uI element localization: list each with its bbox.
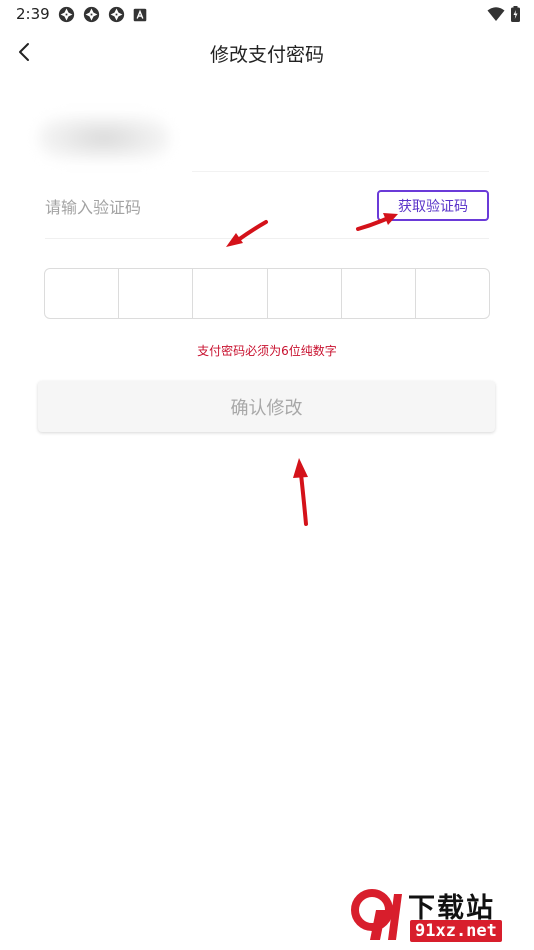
pin-cell[interactable] (342, 269, 416, 318)
pin-cell[interactable] (45, 269, 120, 318)
pin-input (44, 268, 490, 319)
pin-cell[interactable] (119, 269, 194, 318)
pin-cell[interactable] (416, 269, 489, 318)
aperture-icon (83, 6, 100, 23)
divider (45, 238, 489, 239)
wifi-icon (487, 7, 505, 21)
pin-cell[interactable] (268, 269, 342, 318)
status-time: 2:39 (16, 5, 50, 23)
status-icons-right (487, 6, 520, 22)
verification-code-input[interactable] (45, 192, 345, 222)
91-logo-icon (351, 889, 402, 940)
get-code-button[interactable]: 获取验证码 (377, 190, 489, 221)
status-icons-left (58, 6, 147, 23)
aperture-icon (58, 6, 75, 23)
watermark-subtitle: 91xz.net (410, 920, 502, 942)
status-bar: 2:39 (0, 0, 534, 30)
page-title: 修改支付密码 (209, 44, 324, 66)
phone-number-display (24, 102, 192, 174)
verification-code-row: 获取验证码 (45, 184, 489, 230)
confirm-button[interactable]: 确认修改 (38, 381, 495, 432)
watermark: 下载站 91xz.net (350, 886, 528, 946)
divider (192, 171, 489, 172)
pin-hint-text: 支付密码必须为6位纯数字 (197, 344, 337, 358)
battery-charging-icon (511, 6, 520, 22)
a-box-icon (133, 8, 147, 21)
annotation-arrow-icon (293, 458, 308, 526)
app-bar: 修改支付密码 (0, 30, 534, 74)
blurred-phone-number (38, 116, 170, 160)
aperture-icon (108, 6, 125, 23)
pin-cell[interactable] (193, 269, 268, 318)
